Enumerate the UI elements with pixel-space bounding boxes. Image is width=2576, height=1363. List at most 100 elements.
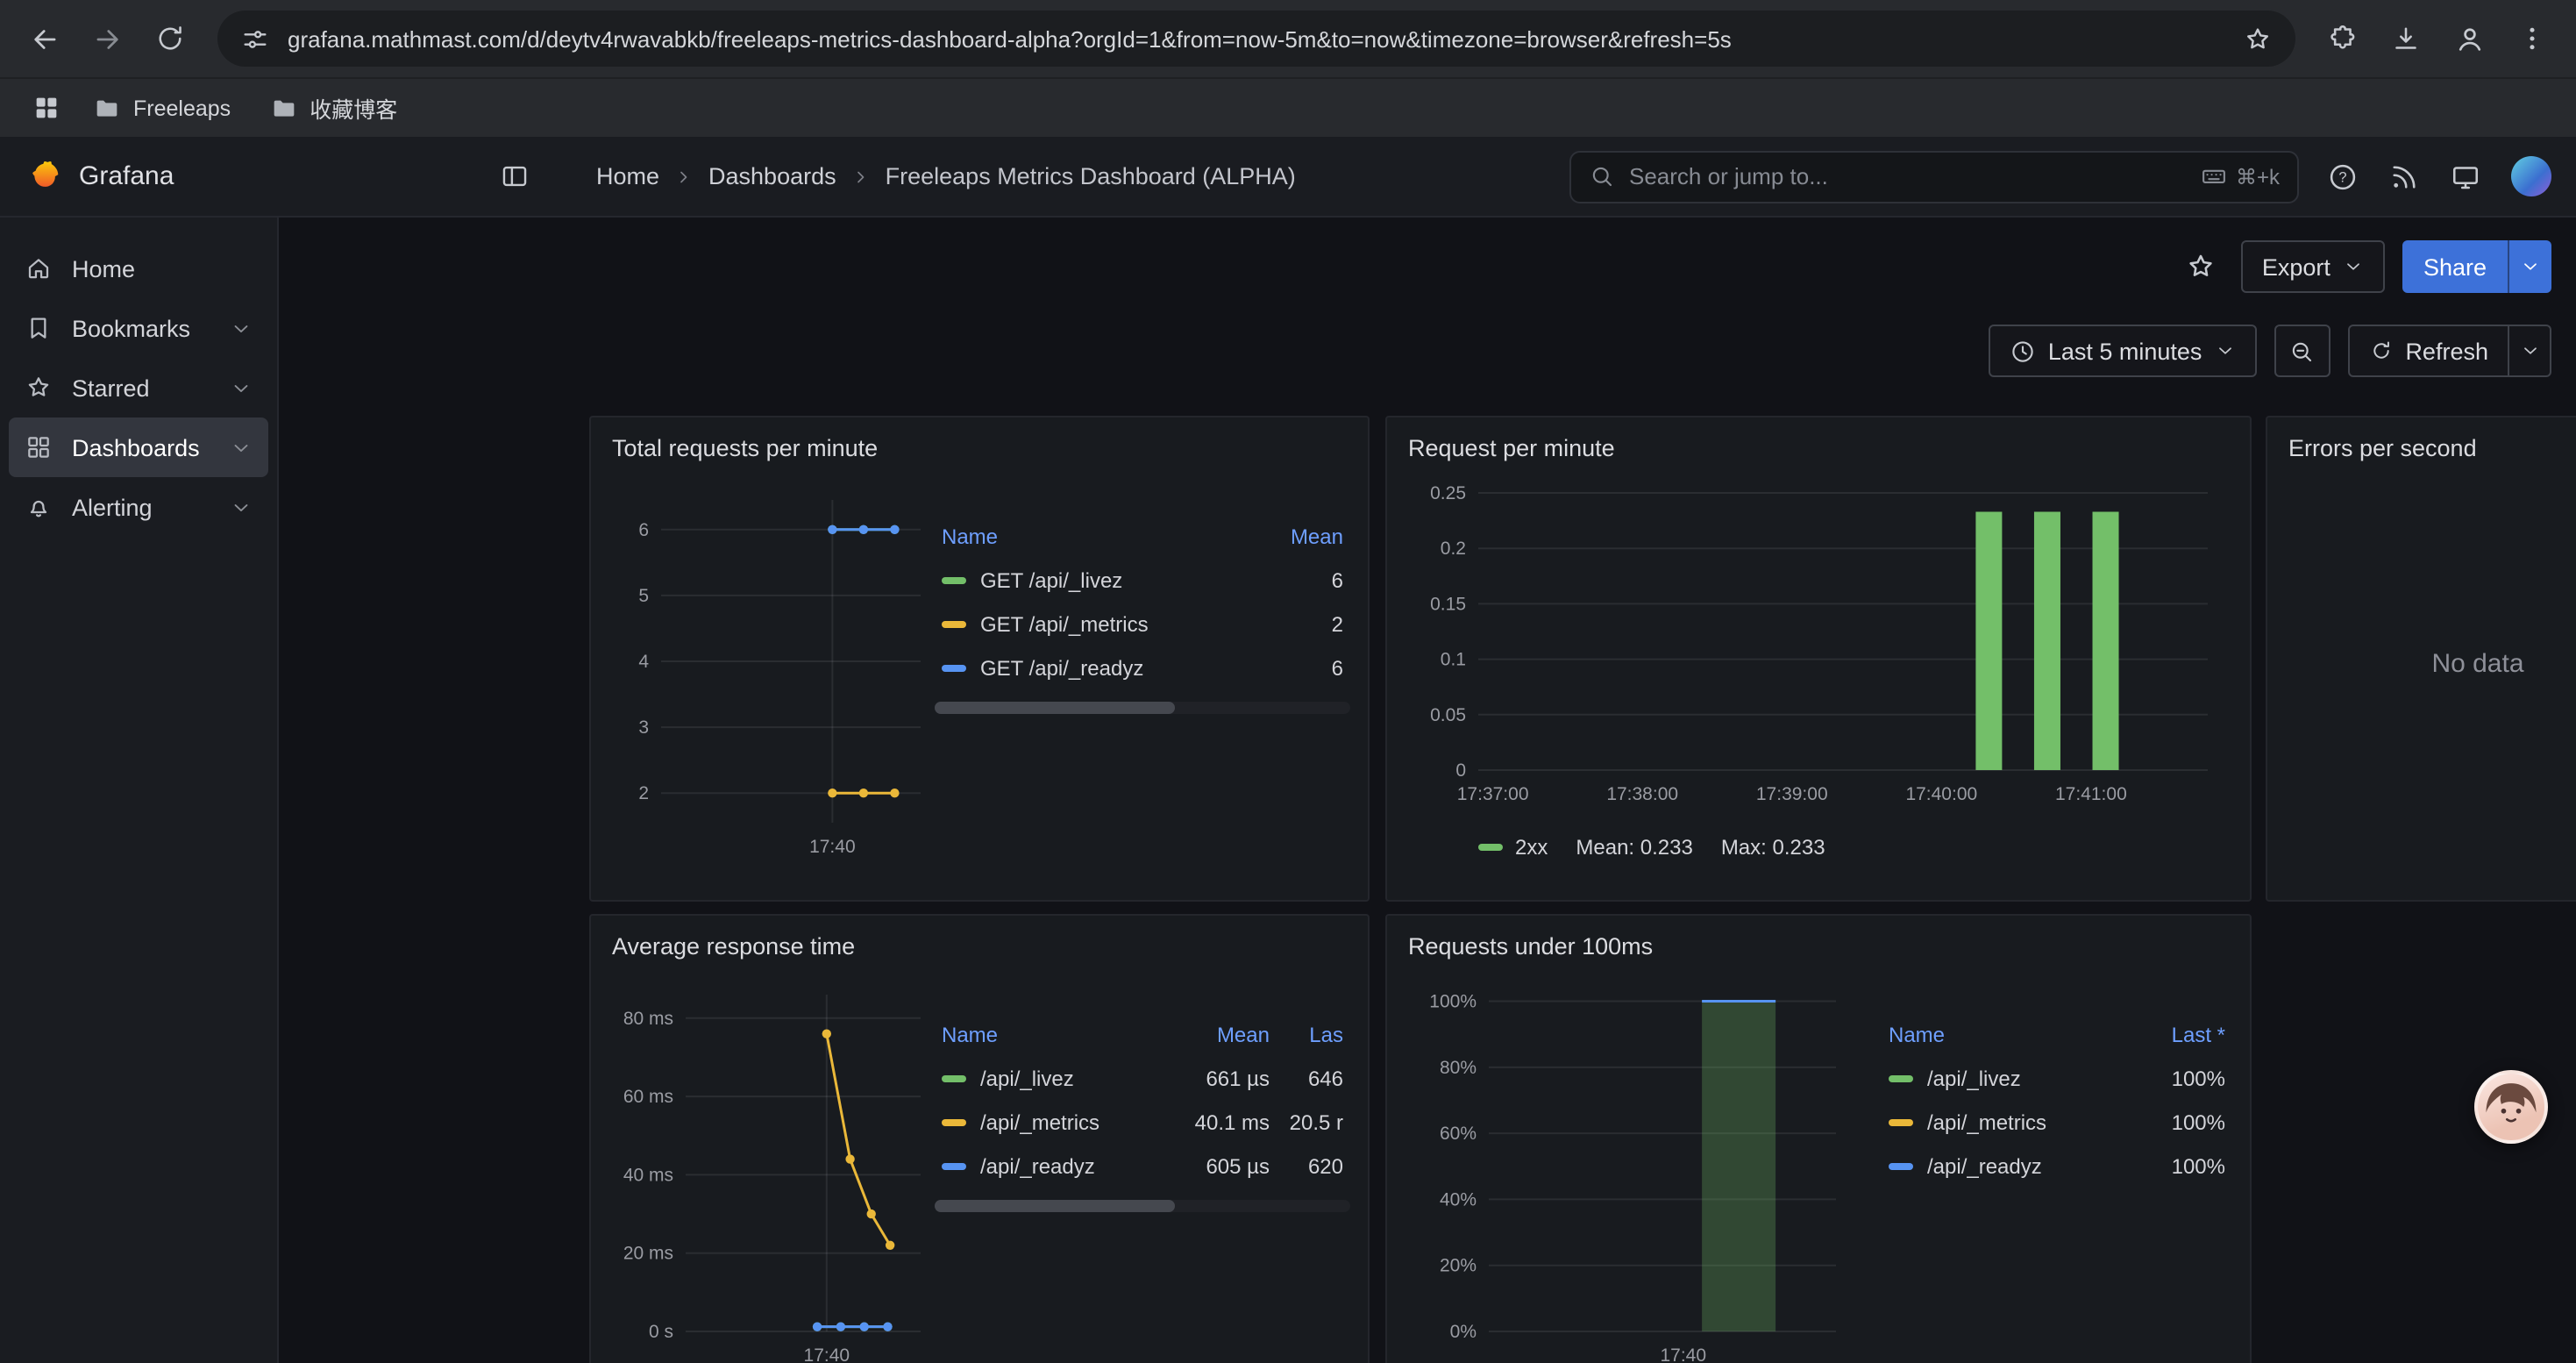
series-color-swatch	[1478, 844, 1503, 851]
chevron-down-icon[interactable]	[230, 376, 253, 399]
bookmark-folder-freeleaps[interactable]: Freeleaps	[77, 87, 246, 129]
panel-title[interactable]: Requests under 100ms	[1405, 930, 2232, 974]
series-color-swatch	[1889, 1162, 1913, 1169]
legend-col-name[interactable]: Name	[942, 1022, 1161, 1046]
legend-row[interactable]: /api/_readyz 605 µs 620	[935, 1144, 1350, 1188]
legend-row[interactable]: GET /api/_metrics 2	[935, 602, 1350, 646]
zoom-out-button[interactable]	[2274, 325, 2330, 377]
chevron-down-icon[interactable]	[230, 436, 253, 459]
help-icon[interactable]: ?	[2327, 161, 2359, 192]
panel-title[interactable]: Errors per second	[2285, 432, 2576, 475]
legend-row[interactable]: /api/_metrics 100%	[1882, 1100, 2232, 1144]
panel-title[interactable]: Total requests per minute	[608, 432, 1350, 475]
refresh-split-button: Refresh	[2347, 325, 2551, 377]
bookmark-label: Freeleaps	[133, 96, 231, 120]
downloads-icon[interactable]	[2376, 9, 2436, 68]
panel-title[interactable]: Request per minute	[1405, 432, 2232, 475]
apps-grid-icon[interactable]	[21, 83, 70, 132]
legend-row[interactable]: /api/_livez 100%	[1882, 1056, 2232, 1100]
legend-row[interactable]: GET /api/_livez 6	[935, 558, 1350, 602]
back-button[interactable]	[14, 9, 74, 68]
grafana-brand[interactable]: Grafana	[25, 158, 174, 195]
news-rss-icon[interactable]	[2388, 161, 2420, 192]
profile-icon[interactable]	[2439, 9, 2499, 68]
chevron-down-icon	[2214, 340, 2235, 361]
refresh-interval-caret[interactable]	[2508, 326, 2550, 375]
legend-table: Name Last * /api/_livez 100% /api/_metri…	[1882, 974, 2232, 1363]
share-split-button: Share	[2402, 240, 2551, 293]
series-color-swatch	[942, 664, 966, 671]
sidebar-item-bookmarks[interactable]: Bookmarks	[9, 298, 268, 358]
legend-col-name[interactable]: Name	[942, 524, 1245, 548]
legend-item[interactable]: 2xx	[1478, 835, 1548, 860]
floating-assistant-avatar[interactable]	[2474, 1070, 2548, 1144]
breadcrumb-home[interactable]: Home	[596, 163, 659, 189]
bookmark-folder-blogs[interactable]: 收藏博客	[253, 84, 413, 132]
sidebar-item-alerting[interactable]: Alerting	[9, 477, 268, 537]
line-chart[interactable]: 80 ms60 ms40 ms20 ms0 s17:40	[608, 974, 935, 1363]
legend-col-mean[interactable]: Mean	[1161, 1022, 1270, 1046]
dock-menu-toggle-icon[interactable]	[500, 161, 530, 191]
svg-text:100%: 100%	[1429, 992, 1477, 1012]
legend-row[interactable]: GET /api/_readyz 6	[935, 646, 1350, 689]
svg-text:?: ?	[2338, 169, 2346, 185]
chevron-down-icon[interactable]	[230, 317, 253, 339]
keyboard-icon	[2201, 163, 2227, 189]
legend-col-last[interactable]: Last *	[2127, 1022, 2225, 1046]
browser-toolbar: grafana.mathmast.com/d/deytv4rwavabkb/fr…	[0, 0, 2576, 77]
time-range-picker[interactable]: Last 5 minutes	[1989, 325, 2257, 377]
url-text[interactable]: grafana.mathmast.com/d/deytv4rwavabkb/fr…	[288, 25, 2225, 52]
search-box[interactable]: ⌘+k	[1569, 150, 2299, 203]
grafana-logo	[25, 158, 61, 195]
legend-mean: Mean: 0.233	[1576, 835, 1692, 860]
share-menu-caret[interactable]	[2508, 240, 2551, 293]
search-input[interactable]	[1629, 163, 2187, 189]
sidebar-item-home[interactable]: Home	[9, 239, 268, 298]
legend-table: Name Mean GET /api/_livez 6 GET /api/_me…	[935, 475, 1350, 868]
svg-text:20%: 20%	[1440, 1256, 1477, 1276]
share-button[interactable]: Share	[2402, 240, 2508, 293]
export-button[interactable]: Export	[2241, 240, 2385, 293]
legend-row[interactable]: /api/_metrics 40.1 ms 20.5 r	[935, 1100, 1350, 1144]
legend-scrollbar[interactable]	[935, 1200, 1350, 1212]
browser-menu-icon[interactable]	[2502, 9, 2562, 68]
dashboard-grid: Total requests per minute 6543217:40 Nam…	[279, 416, 2576, 1363]
scrollbar-thumb[interactable]	[935, 1200, 1176, 1212]
svg-text:17:38:00: 17:38:00	[1606, 784, 1678, 804]
sidebar-item-label: Home	[72, 255, 135, 282]
chevron-down-icon[interactable]	[230, 496, 253, 518]
line-chart[interactable]: 6543217:40	[608, 475, 935, 868]
bell-icon	[25, 493, 53, 521]
address-bar[interactable]: grafana.mathmast.com/d/deytv4rwavabkb/fr…	[217, 11, 2295, 67]
extensions-icon[interactable]	[2313, 9, 2373, 68]
svg-text:40%: 40%	[1440, 1189, 1477, 1210]
clock-icon	[2010, 338, 2036, 364]
sidebar-item-starred[interactable]: Starred	[9, 358, 268, 417]
bar-chart[interactable]: 100%80%60%40%20%0%17:40	[1405, 974, 1861, 1363]
bar-chart[interactable]: 0.250.20.150.10.05017:37:0017:38:0017:39…	[1405, 475, 2229, 812]
forward-button[interactable]	[77, 9, 137, 68]
user-avatar[interactable]	[2511, 156, 2551, 196]
legend-row[interactable]: /api/_livez 661 µs 646	[935, 1056, 1350, 1100]
legend-row[interactable]: /api/_readyz 100%	[1882, 1144, 2232, 1188]
svg-text:80%: 80%	[1440, 1058, 1477, 1078]
reload-button[interactable]	[140, 9, 200, 68]
legend-col-name[interactable]: Name	[1889, 1022, 2127, 1046]
bookmark-star-icon[interactable]	[2243, 24, 2273, 54]
nav-sidebar: Home Bookmarks Starred Dashboards	[0, 218, 279, 1363]
home-icon	[25, 254, 53, 282]
favorite-star-icon[interactable]	[2185, 251, 2217, 282]
svg-text:20 ms: 20 ms	[623, 1244, 673, 1264]
sidebar-item-dashboards[interactable]: Dashboards	[9, 417, 268, 477]
refresh-button[interactable]: Refresh	[2349, 326, 2508, 375]
panel-title[interactable]: Average response time	[608, 930, 1350, 974]
svg-text:3: 3	[638, 717, 649, 738]
breadcrumb-dashboards[interactable]: Dashboards	[708, 163, 836, 189]
site-info-icon[interactable]	[240, 24, 270, 54]
legend-col-mean[interactable]: Mean	[1245, 524, 1343, 548]
scrollbar-thumb[interactable]	[935, 702, 1176, 714]
monitor-icon[interactable]	[2450, 161, 2481, 192]
legend-scrollbar[interactable]	[935, 702, 1350, 714]
svg-text:40 ms: 40 ms	[623, 1165, 673, 1185]
legend-col-last[interactable]: Las	[1270, 1022, 1343, 1046]
